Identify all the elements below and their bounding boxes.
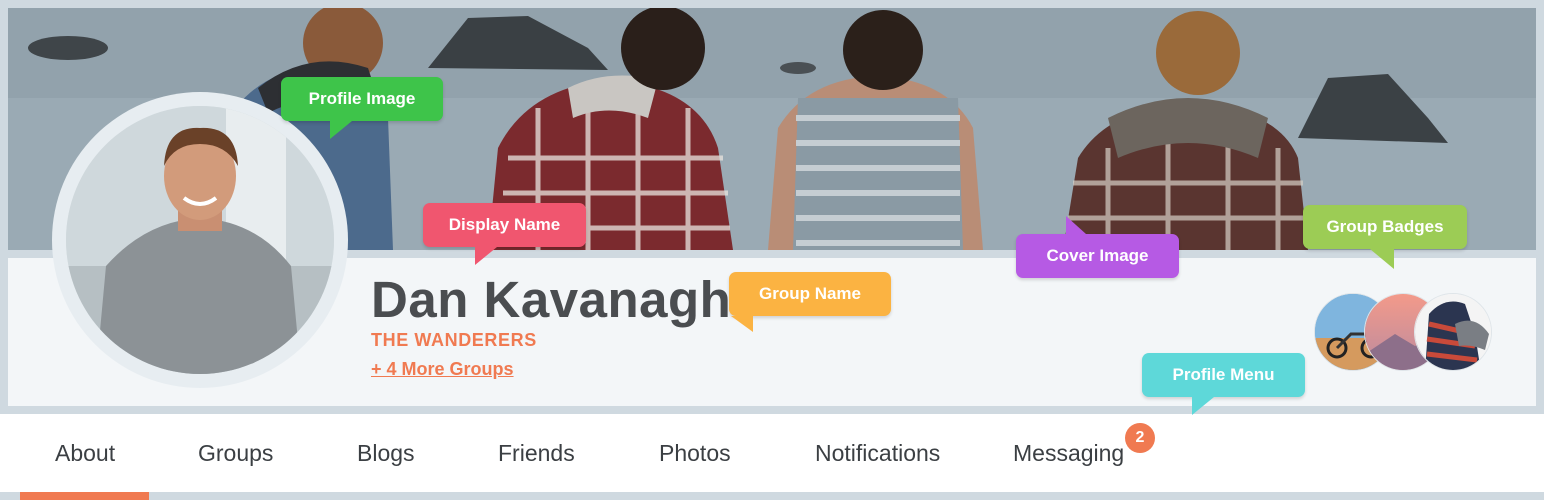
group-name[interactable]: THE WANDERERS: [371, 330, 537, 351]
callout-cover-image: Cover Image: [1016, 234, 1179, 278]
menu-item-photos[interactable]: Photos: [659, 440, 731, 467]
callout-group-name: Group Name: [729, 272, 891, 316]
active-menu-indicator: [20, 492, 149, 500]
callout-group-badges: Group Badges: [1303, 205, 1467, 249]
menu-item-blogs[interactable]: Blogs: [357, 440, 415, 467]
more-groups-link[interactable]: + 4 More Groups: [371, 359, 514, 380]
callout-tail: [330, 121, 352, 139]
callout-profile-menu: Profile Menu: [1142, 353, 1305, 397]
group-badge-dog[interactable]: [1414, 293, 1492, 371]
callout-tail: [475, 247, 497, 265]
menu-item-notifications[interactable]: Notifications: [815, 440, 940, 467]
callout-display-name: Display Name: [423, 203, 586, 247]
menu-item-about[interactable]: About: [55, 440, 115, 467]
callout-tail: [1370, 249, 1394, 269]
messaging-count-badge: 2: [1125, 423, 1155, 453]
callout-tail: [731, 316, 753, 332]
display-name: Dan Kavanagh: [371, 271, 732, 328]
menu-item-messaging[interactable]: Messaging: [1013, 440, 1124, 467]
callout-tail: [1066, 216, 1086, 234]
profile-menu: About Groups Blogs Friends Photos Notifi…: [0, 414, 1544, 500]
callout-tail: [1192, 397, 1214, 415]
menu-item-groups[interactable]: Groups: [198, 440, 273, 467]
callout-profile-image: Profile Image: [281, 77, 443, 121]
group-badges: [1314, 293, 1514, 371]
avatar[interactable]: [66, 106, 334, 374]
menu-item-friends[interactable]: Friends: [498, 440, 575, 467]
